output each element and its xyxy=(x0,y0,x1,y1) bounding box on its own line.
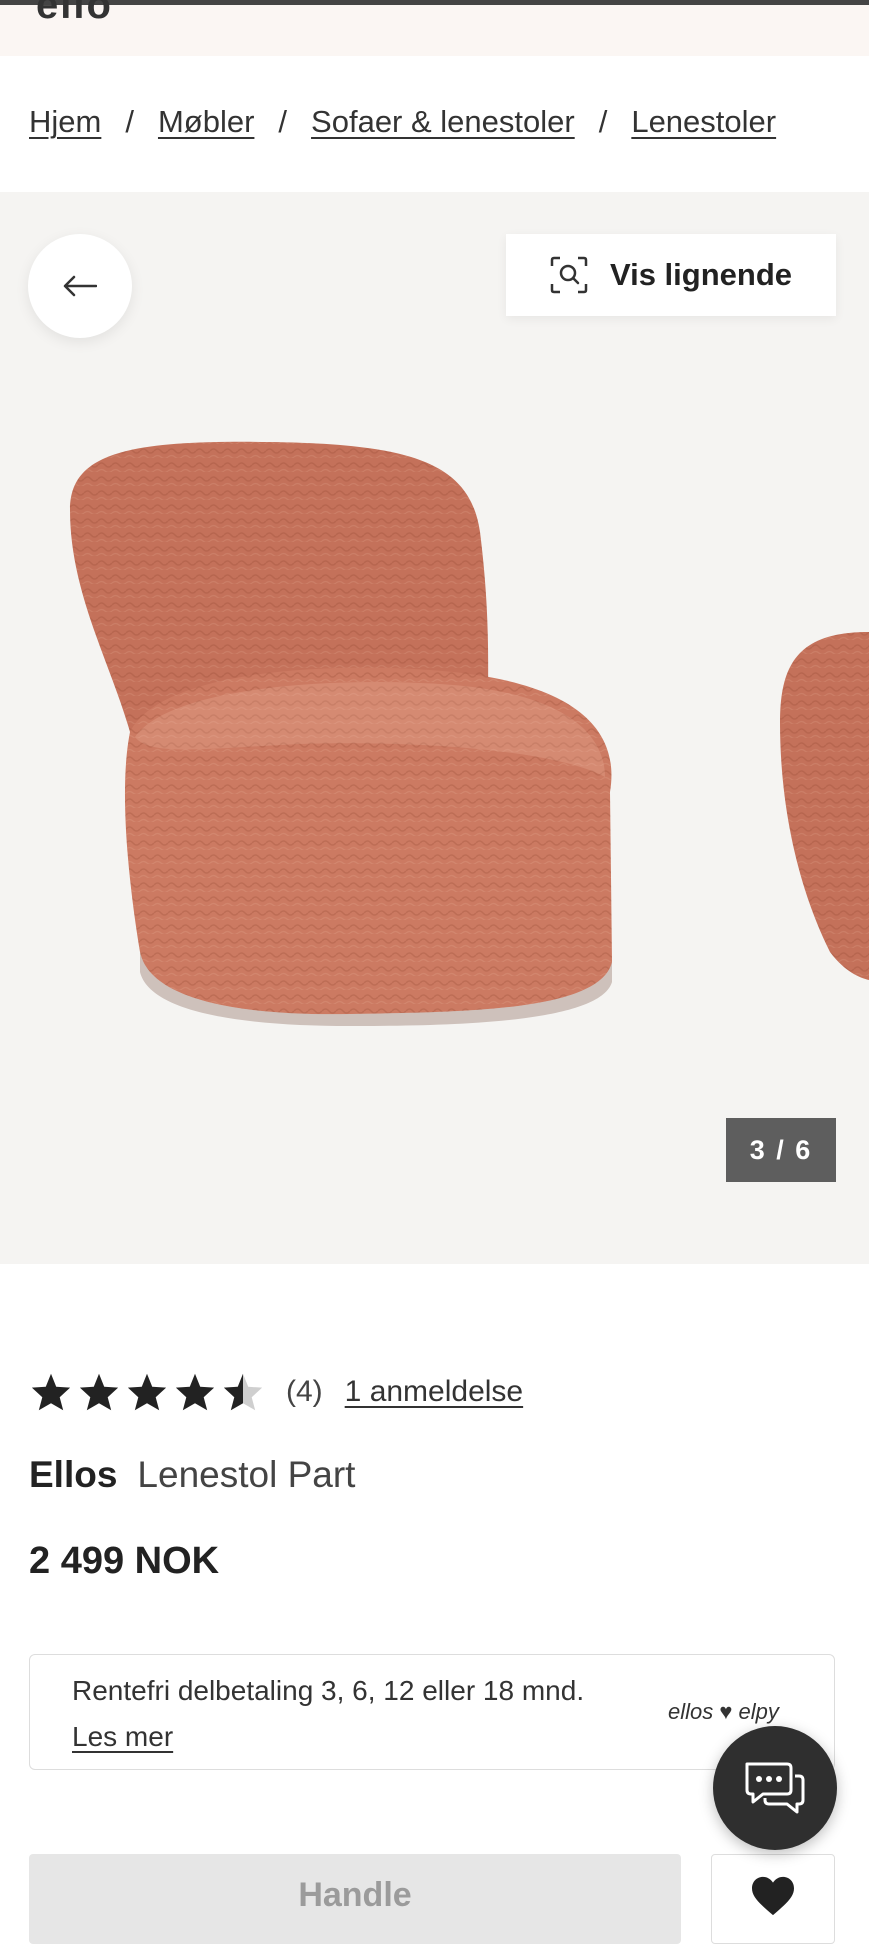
breadcrumb: Hjem / Møbler / Sofaer & lenestoler / Le… xyxy=(29,104,776,140)
breadcrumb-sofas[interactable]: Sofaer & lenestoler xyxy=(311,104,575,140)
visual-search-icon xyxy=(550,256,588,294)
product-rating: (4) 1 anmeldelse xyxy=(30,1372,523,1412)
rating-stars xyxy=(30,1372,264,1412)
star-full-icon xyxy=(127,1373,167,1411)
breadcrumb-armchairs[interactable]: Lenestoler xyxy=(631,104,776,140)
arrow-left-icon xyxy=(63,275,97,297)
financing-partner-logo: ellos ♥ elpy xyxy=(668,1699,779,1724)
back-button[interactable] xyxy=(28,234,132,338)
image-counter: 3 / 6 xyxy=(726,1118,836,1182)
reviews-link[interactable]: 1 anmeldelse xyxy=(345,1375,523,1409)
site-logo[interactable]: ello xyxy=(36,0,113,28)
chair-next-preview xyxy=(780,632,869,980)
breadcrumb-separator: / xyxy=(278,104,288,139)
product-name: Lenestol Part xyxy=(137,1454,356,1495)
breadcrumb-furniture[interactable]: Møbler xyxy=(158,104,254,140)
product-brand[interactable]: Ellos xyxy=(29,1454,117,1495)
read-more-link[interactable]: Les mer xyxy=(72,1721,173,1753)
star-full-icon xyxy=(175,1373,215,1411)
chair-main xyxy=(70,441,612,1026)
product-image-gallery[interactable]: Vis lignende 3 / 6 xyxy=(0,192,869,1264)
financing-text: Rentefri delbetaling 3, 6, 12 eller 18 m… xyxy=(72,1675,585,1706)
buy-button[interactable]: Handle xyxy=(29,1854,681,1944)
show-similar-button[interactable]: Vis lignende xyxy=(506,234,836,316)
show-similar-label: Vis lignende xyxy=(609,257,793,292)
breadcrumb-home[interactable]: Hjem xyxy=(29,104,101,140)
breadcrumb-separator: / xyxy=(598,104,608,139)
product-image xyxy=(70,441,869,1026)
chat-bubbles-icon xyxy=(745,1762,805,1814)
financing-info: Rentefri delbetaling 3, 6, 12 eller 18 m… xyxy=(29,1654,835,1770)
rating-count: (4) xyxy=(286,1375,323,1408)
chat-button[interactable] xyxy=(713,1726,837,1850)
breadcrumb-separator: / xyxy=(125,104,134,139)
star-full-icon xyxy=(31,1373,71,1411)
heart-icon xyxy=(752,1876,794,1916)
star-full-icon xyxy=(79,1373,119,1411)
star-half-icon xyxy=(223,1373,263,1411)
favorite-button[interactable] xyxy=(711,1854,835,1944)
product-title: Ellos Lenestol Part xyxy=(29,1454,355,1496)
top-header: ello xyxy=(0,0,869,56)
product-price: 2 499 NOK xyxy=(29,1540,220,1582)
